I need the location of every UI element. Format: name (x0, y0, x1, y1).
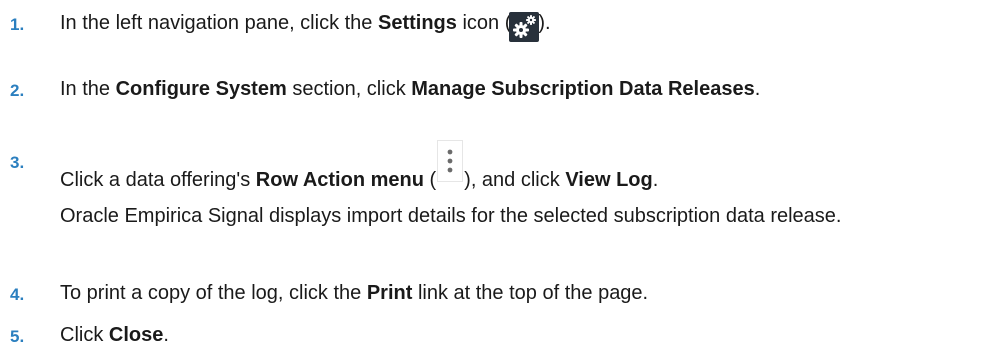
step-text: In the Configure System section, click M… (60, 78, 761, 100)
row-action-menu-label: Row Action menu (255, 169, 424, 191)
step-number: 1. (10, 15, 25, 34)
settings-label: Settings (377, 12, 457, 34)
step-3-result-note: Oracle Empirica Signal displays import d… (60, 205, 842, 227)
procedure-steps: 1. In the left navigation pane, click th… (0, 0, 1001, 356)
gear-icon (509, 12, 540, 42)
step-text: Click Close. (60, 324, 169, 346)
step-number: 3. (10, 153, 25, 172)
close-label: Close (108, 324, 164, 346)
step-text: To print a copy of the log, click the Pr… (60, 282, 649, 304)
step-number: 4. (10, 285, 25, 304)
step-number: 2. (10, 81, 25, 100)
step-text: Click a data offering's Row Action menu … (60, 140, 658, 193)
configure-system-label: Configure System (115, 78, 287, 100)
print-label: Print (366, 282, 413, 304)
step-text: In the left navigation pane, click the S… (60, 10, 551, 46)
kebab-menu-icon (437, 140, 464, 182)
step-number: 5. (10, 327, 25, 346)
view-log-label: View Log (565, 169, 653, 191)
manage-subscription-label: Manage Subscription Data Releases (411, 78, 755, 100)
